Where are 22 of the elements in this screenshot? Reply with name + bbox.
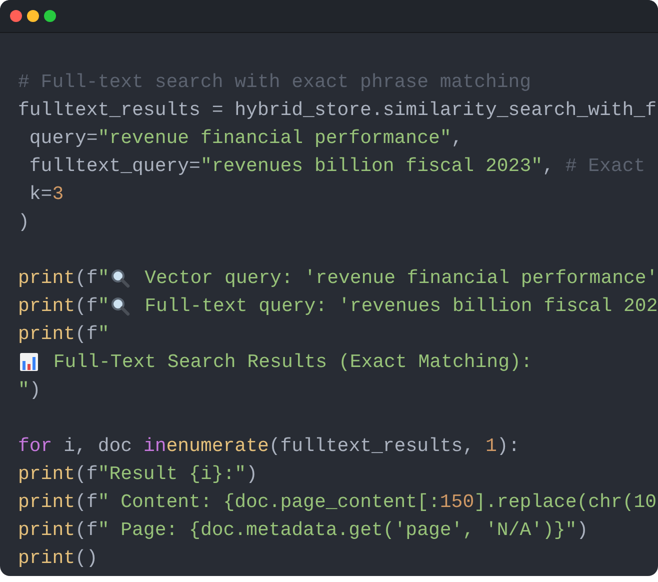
code-text: Full-text query: 'revenues billion fiscal 202 bbox=[144, 294, 658, 319]
code-line: print(f" bbox=[18, 322, 110, 347]
code-line: for i, doc inenumerate(fulltext_results, 1): bbox=[18, 434, 521, 459]
code-line: # Full-text search with exact phrase matching bbox=[18, 70, 532, 95]
code-line: print(f" Page: {doc.metadata.get('page', 'N/A')}") bbox=[18, 518, 590, 543]
code-line: ") bbox=[18, 378, 42, 403]
search-icon bbox=[110, 268, 130, 288]
code-text: print(f" bbox=[18, 294, 110, 319]
code-line: query="revenue financial performance", bbox=[28, 126, 464, 151]
code-line: print(f" Content: {doc.page_content[:150].replace(chr(10 bbox=[18, 490, 658, 515]
code-line: fulltext_query="revenues billion fiscal 2023", # Exact bbox=[28, 154, 646, 179]
code-text: print(f" bbox=[18, 266, 110, 291]
code-text: Vector query: 'revenue financial performance' bbox=[144, 266, 658, 291]
code-line: k=3 bbox=[28, 182, 65, 207]
code-line: ) bbox=[18, 210, 30, 235]
code-text: Full-Text Search Results (Exact Matching): bbox=[52, 350, 532, 375]
code-line: print(f"Result {i}:") bbox=[18, 462, 258, 487]
window-controls-drawing[interactable] bbox=[10, 10, 56, 22]
bar-chart-icon bbox=[19, 352, 39, 372]
search-icon bbox=[110, 296, 130, 316]
code-line: print() bbox=[18, 546, 99, 571]
code-line: fulltext_results = hybrid_store.similarity_search_with_f bbox=[18, 98, 658, 123]
